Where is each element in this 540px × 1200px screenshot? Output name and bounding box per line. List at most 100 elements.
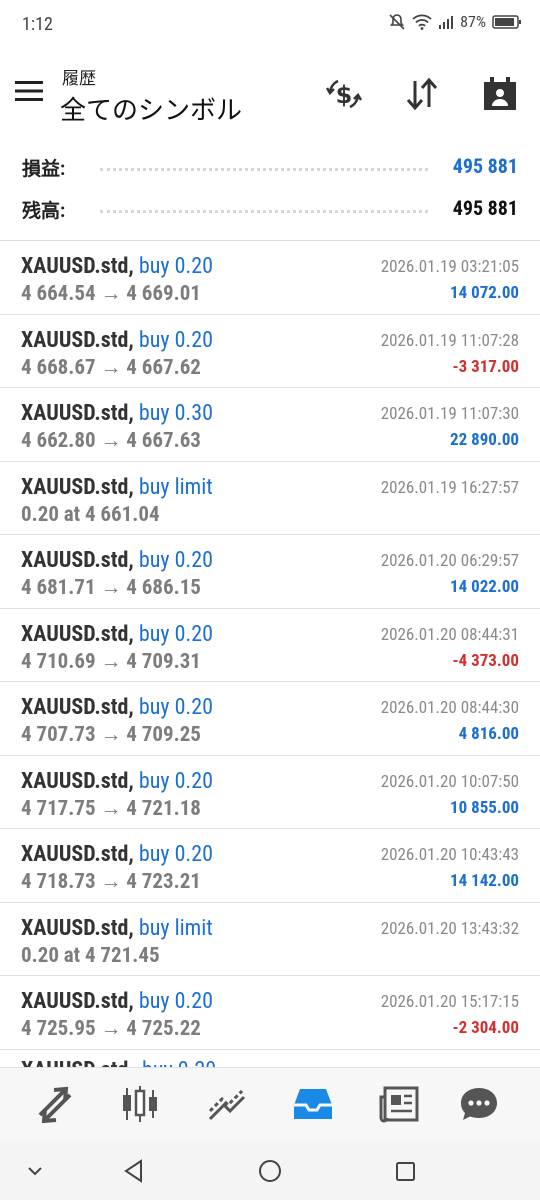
- balance-value: 495 881: [452, 196, 518, 220]
- sort-button[interactable]: [400, 72, 444, 116]
- inbox-icon: [294, 1089, 332, 1119]
- deal-direction: buy 0.20: [138, 548, 213, 573]
- deal-profit: -4 373.00: [452, 650, 519, 671]
- deal-prices: 4 718.73 → 4 723.21: [21, 870, 201, 894]
- deal-symbol: XAUUSD.std, buy limit: [21, 474, 213, 500]
- nav-news[interactable]: [375, 1082, 423, 1126]
- deal-symbol: XAUUSD.std, buy 0.20: [21, 254, 213, 279]
- deal-row[interactable]: XAUUSD.std, buy 0.20 4 664.54 → 4 669.01…: [0, 241, 540, 315]
- deal-time: 2026.01.20 15:17:15: [380, 992, 519, 1012]
- deal-profit: -3 317.00: [452, 356, 519, 377]
- deal-time: 2026.01.20 08:44:31: [380, 624, 519, 645]
- deal-direction: buy 0.20: [138, 695, 213, 720]
- deal-row-partial[interactable]: XAUUSD.std, buy 0.20: [0, 1052, 540, 1068]
- status-bar: 1:12 87%: [0, 0, 540, 50]
- battery-percent: 87%: [460, 12, 486, 31]
- deal-prices: 4 725.95 → 4 725.22: [21, 1017, 201, 1041]
- deal-direction: buy 0.20: [138, 327, 213, 353]
- deal-symbol: XAUUSD.std, buy 0.20: [21, 768, 213, 794]
- deal-row[interactable]: XAUUSD.std, buy 0.20 4 710.69 → 4 709.31…: [0, 609, 540, 682]
- nav-trade[interactable]: [203, 1082, 251, 1126]
- bottom-nav: [0, 1067, 540, 1141]
- deal-row[interactable]: XAUUSD.std, buy 0.20 4 717.75 → 4 721.18…: [0, 756, 540, 829]
- deal-prices: 4 710.69 → 4 709.31: [21, 649, 201, 674]
- currency-exchange-icon: $: [325, 79, 363, 109]
- deal-prices: 4 681.71 → 4 686.15: [21, 576, 201, 600]
- app-bar: 履歴 全てのシンボル $: [0, 58, 540, 128]
- nav-quotes[interactable]: [31, 1082, 79, 1126]
- sort-icon: [406, 77, 438, 111]
- currency-exchange-button[interactable]: $: [322, 72, 366, 116]
- deal-prices: 4 707.73 → 4 709.25: [21, 723, 201, 747]
- symbol-filter[interactable]: 全てのシンボル: [60, 90, 242, 127]
- deal-time: 2026.01.19 16:27:57: [380, 477, 519, 498]
- deal-list: XAUUSD.std, buy 0.20 4 664.54 → 4 669.01…: [0, 240, 540, 1050]
- trade-icon: [208, 1089, 246, 1121]
- summary-panel: 損益: 495 881 残高: 495 881: [0, 148, 540, 232]
- wifi-icon: [412, 14, 432, 30]
- nav-chart[interactable]: [116, 1082, 164, 1126]
- deal-prices: 4 668.67 → 4 667.62: [21, 355, 201, 380]
- menu-button[interactable]: [14, 78, 46, 106]
- chevron-down-icon: [28, 1167, 42, 1176]
- nav-collapse-button[interactable]: [20, 1157, 50, 1185]
- back-triangle-icon: [124, 1159, 142, 1183]
- recents-button[interactable]: [390, 1157, 420, 1185]
- nav-messages[interactable]: [455, 1082, 503, 1126]
- deal-profit: 14 072.00: [450, 283, 519, 303]
- deal-profit: 4 816.00: [458, 724, 519, 744]
- deal-direction: buy limit: [138, 915, 213, 941]
- recents-square-icon: [396, 1162, 415, 1181]
- deal-row[interactable]: XAUUSD.std, buy 0.20 4 707.73 → 4 709.25…: [0, 682, 540, 756]
- deal-time: 2026.01.19 11:07:30: [380, 404, 519, 424]
- deal-direction: buy 0.30: [138, 401, 213, 426]
- mute-icon: [389, 13, 405, 30]
- profit-label: 損益:: [22, 157, 66, 180]
- deal-direction: buy limit: [138, 474, 213, 500]
- deal-time: 2026.01.19 03:21:05: [380, 257, 519, 277]
- battery-icon: [492, 14, 521, 29]
- deal-symbol: XAUUSD.std, buy 0.20: [21, 842, 213, 867]
- balance-label: 残高:: [22, 199, 66, 222]
- deal-direction: buy 0.20: [138, 254, 213, 279]
- deal-row[interactable]: XAUUSD.std, buy 0.20 4 681.71 → 4 686.15…: [0, 535, 540, 609]
- deal-row[interactable]: XAUUSD.std, buy 0.20 4 725.95 → 4 725.22…: [0, 976, 540, 1050]
- status-time: 1:12: [22, 14, 53, 35]
- deal-profit: -2 304.00: [452, 1018, 519, 1038]
- deal-prices: 4 664.54 → 4 669.01: [21, 282, 201, 306]
- deal-time: 2026.01.20 13:43:32: [380, 918, 519, 939]
- deal-profit: 14 142.00: [450, 871, 519, 891]
- deal-symbol: XAUUSD.std, buy limit: [21, 915, 213, 941]
- quotes-arrows-icon: [38, 1086, 72, 1123]
- signal-icon: [439, 15, 454, 29]
- profit-value: 495 881: [452, 154, 518, 178]
- calendar-button[interactable]: [478, 72, 522, 116]
- deal-profit: 14 022.00: [450, 577, 519, 597]
- deal-symbol: XAUUSD.std, buy 0.20: [21, 695, 213, 720]
- deal-row[interactable]: XAUUSD.std, buy 0.20 4 668.67 → 4 667.62…: [0, 315, 540, 388]
- deal-symbol: XAUUSD.std, buy 0.20: [21, 327, 213, 353]
- news-icon: [379, 1086, 419, 1123]
- hamburger-icon: [15, 81, 43, 101]
- dotted-leader: [100, 168, 428, 171]
- system-nav-bar: [0, 1141, 540, 1200]
- deal-symbol: XAUUSD.std, buy 0.20: [21, 621, 213, 647]
- back-button[interactable]: [119, 1157, 149, 1185]
- deal-time: 2026.01.20 10:07:50: [380, 771, 519, 792]
- order-row[interactable]: XAUUSD.std, buy limit 0.20 at 4 721.45 2…: [0, 903, 540, 976]
- order-volume-price: 0.20 at 4 721.45: [21, 943, 160, 968]
- deal-direction: buy 0.20: [138, 842, 213, 867]
- deal-profit: 10 855.00: [450, 797, 519, 818]
- home-button[interactable]: [255, 1157, 285, 1185]
- deal-row[interactable]: XAUUSD.std, buy 0.20 4 718.73 → 4 723.21…: [0, 829, 540, 903]
- chat-icon: [461, 1088, 497, 1120]
- deal-time: 2026.01.20 08:44:30: [380, 698, 519, 718]
- deal-prices: 4 662.80 → 4 667.63: [21, 429, 201, 453]
- nav-history[interactable]: [289, 1082, 337, 1126]
- deal-row[interactable]: XAUUSD.std, buy 0.30 4 662.80 → 4 667.63…: [0, 388, 540, 462]
- order-row[interactable]: XAUUSD.std, buy limit 0.20 at 4 661.04 2…: [0, 462, 540, 535]
- deal-prices: 4 717.75 → 4 721.18: [21, 796, 201, 821]
- deal-symbol: XAUUSD.std, buy 0.20: [21, 989, 213, 1014]
- page-subtitle: 履歴: [62, 69, 96, 89]
- deal-profit: 22 890.00: [450, 430, 519, 450]
